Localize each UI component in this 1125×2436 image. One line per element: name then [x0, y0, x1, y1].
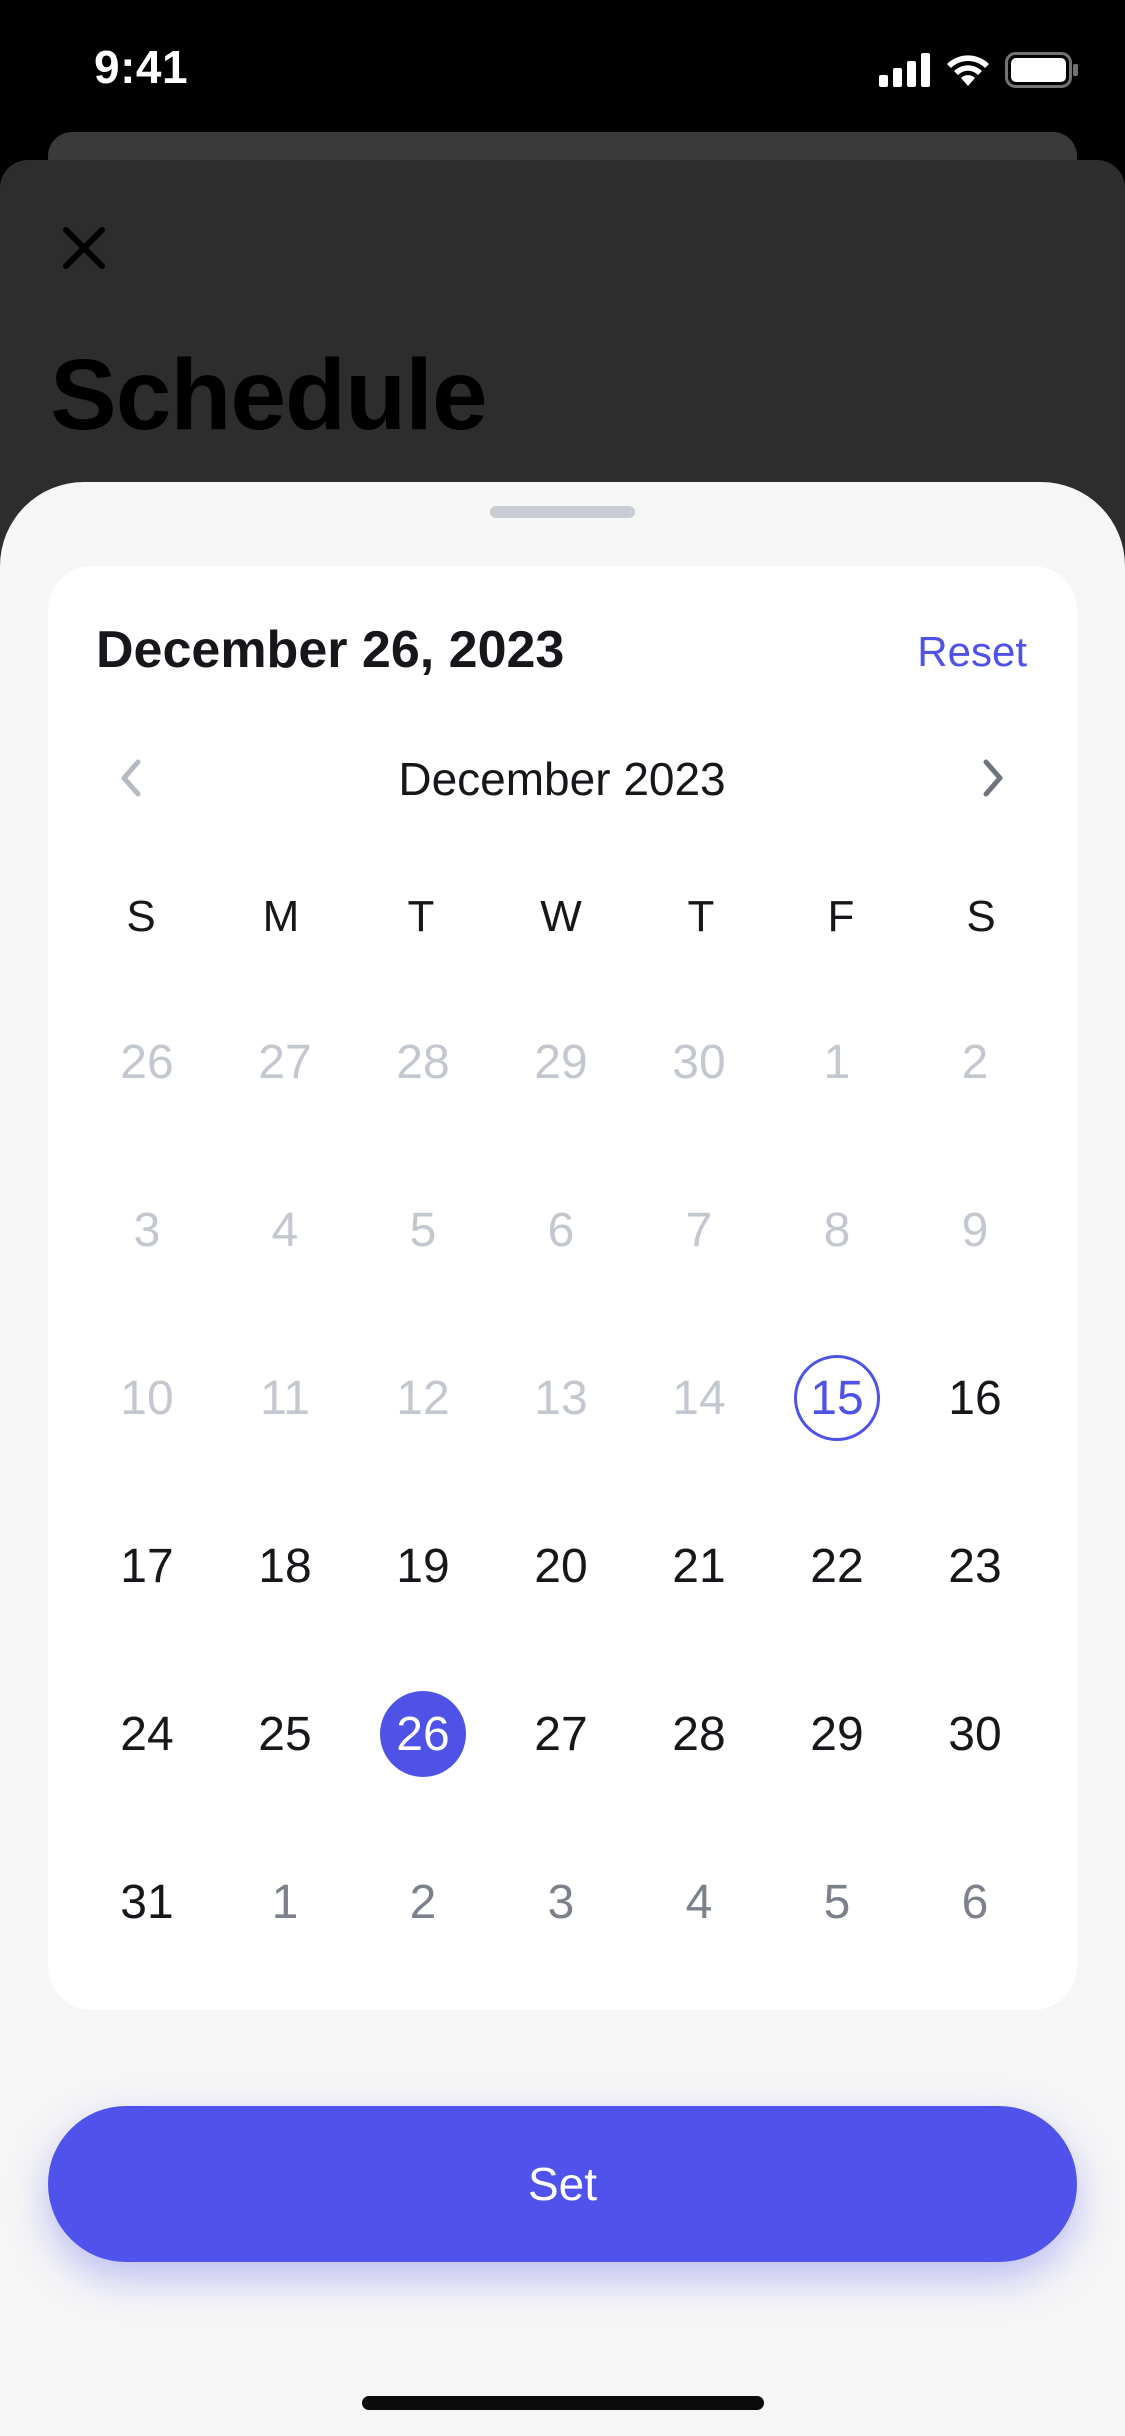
- weekday-label: T: [407, 892, 435, 941]
- wifi-icon: [947, 55, 989, 86]
- selected-date-label: December 26, 2023: [96, 621, 565, 679]
- calendar-day-disabled: 6: [547, 1203, 575, 1257]
- page-title: Schedule: [50, 339, 488, 451]
- screen: 9:41 Schedule December 26, 2023 Reset De…: [0, 0, 1125, 2436]
- calendar-day-outside[interactable]: 3: [518, 1859, 604, 1945]
- calendar-day-outside[interactable]: 4: [656, 1859, 742, 1945]
- month-label: December 2023: [398, 753, 726, 805]
- calendar-day-active[interactable]: 17: [104, 1523, 190, 1609]
- calendar-day-disabled: 3: [133, 1203, 161, 1257]
- home-indicator: [362, 2396, 764, 2410]
- calendar-day-disabled: 29: [534, 1035, 588, 1089]
- calendar-day-outside[interactable]: 1: [242, 1859, 328, 1945]
- calendar-day-active[interactable]: 16: [932, 1355, 1018, 1441]
- calendar-day-disabled: 13: [534, 1371, 588, 1425]
- weekday-label: W: [540, 892, 582, 941]
- calendar-day-disabled: 27: [258, 1035, 312, 1089]
- calendar-day-outside[interactable]: 6: [932, 1859, 1018, 1945]
- calendar-day-disabled: 2: [961, 1035, 989, 1089]
- sheet-grabber[interactable]: [490, 506, 635, 518]
- calendar-day-disabled: 28: [396, 1035, 450, 1089]
- calendar-day-active[interactable]: 29: [794, 1691, 880, 1777]
- calendar-day-disabled: 8: [823, 1203, 851, 1257]
- calendar-day-outside[interactable]: 2: [380, 1859, 466, 1945]
- calendar-day-disabled: 4: [271, 1203, 299, 1257]
- weekday-label: F: [827, 892, 855, 941]
- calendar-day-disabled: 9: [961, 1203, 989, 1257]
- calendar-day-disabled: 12: [396, 1371, 450, 1425]
- calendar-day-disabled: 26: [120, 1035, 174, 1089]
- calendar-day-disabled: 14: [672, 1371, 726, 1425]
- calendar-day-active[interactable]: 28: [656, 1691, 742, 1777]
- calendar-day-active[interactable]: 18: [242, 1523, 328, 1609]
- weekday-label: M: [262, 892, 300, 941]
- calendar-day-disabled: 1: [823, 1035, 851, 1089]
- close-icon[interactable]: [58, 222, 110, 274]
- reset-button[interactable]: Reset: [917, 628, 1027, 676]
- calendar-day-active[interactable]: 19: [380, 1523, 466, 1609]
- calendar-day-selected[interactable]: 26: [380, 1691, 466, 1777]
- set-button[interactable]: Set: [48, 2106, 1077, 2262]
- calendar-day-active[interactable]: 20: [518, 1523, 604, 1609]
- calendar-day-active[interactable]: 21: [656, 1523, 742, 1609]
- calendar-day-disabled: 30: [672, 1035, 726, 1089]
- calendar-day-active[interactable]: 23: [932, 1523, 1018, 1609]
- calendar-day-active[interactable]: 27: [518, 1691, 604, 1777]
- calendar-day-active[interactable]: 30: [932, 1691, 1018, 1777]
- cellular-signal-icon: [879, 53, 930, 87]
- status-icons: [879, 52, 1079, 88]
- calendar-day-active[interactable]: 25: [242, 1691, 328, 1777]
- calendar-day-active[interactable]: 22: [794, 1523, 880, 1609]
- weekday-label: S: [126, 892, 156, 941]
- chevron-left-icon[interactable]: [108, 754, 156, 802]
- calendar-day-disabled: 11: [260, 1371, 310, 1425]
- chevron-right-icon[interactable]: [968, 754, 1016, 802]
- calendar-day-disabled: 5: [409, 1203, 437, 1257]
- weekday-label: T: [687, 892, 715, 941]
- calendar-day-outside[interactable]: 5: [794, 1859, 880, 1945]
- calendar-day-active[interactable]: 31: [104, 1859, 190, 1945]
- calendar-day-disabled: 7: [685, 1203, 713, 1257]
- weekday-label: S: [966, 892, 996, 941]
- status-time: 9:41: [94, 41, 189, 93]
- calendar-day-active[interactable]: 24: [104, 1691, 190, 1777]
- calendar-day-disabled: 10: [120, 1371, 174, 1425]
- battery-icon: [1005, 52, 1078, 88]
- calendar-day-today[interactable]: 15: [794, 1355, 880, 1441]
